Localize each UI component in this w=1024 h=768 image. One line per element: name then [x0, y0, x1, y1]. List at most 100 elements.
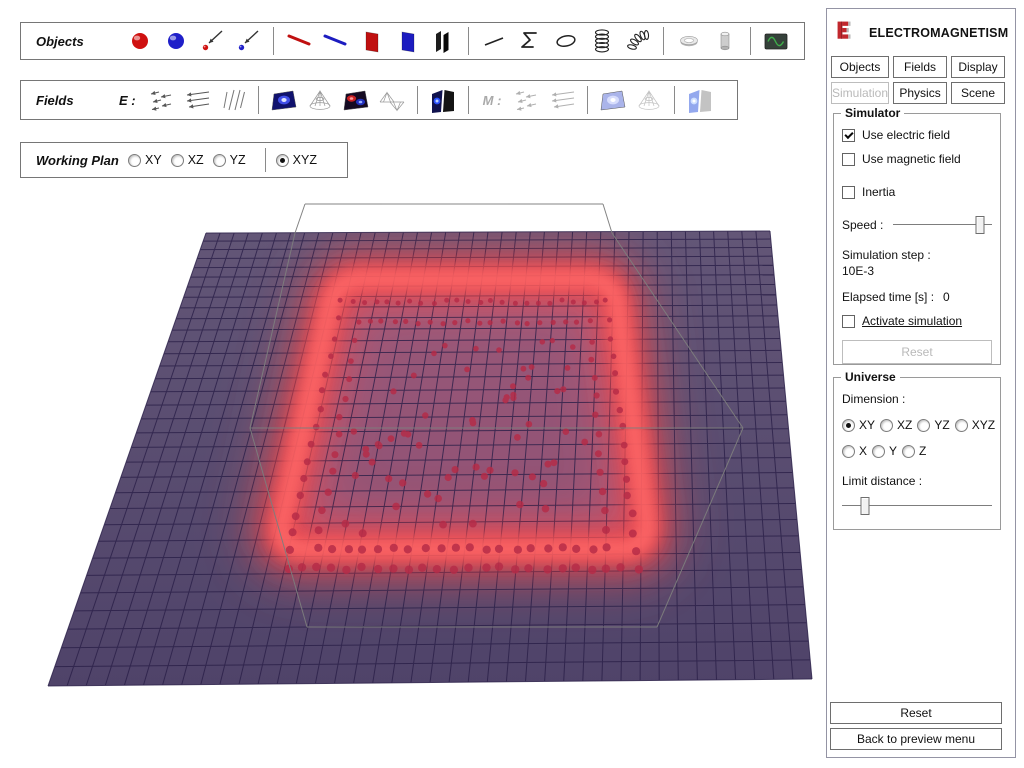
nav-button-fields[interactable]: Fields: [893, 56, 947, 78]
oscilloscope-icon[interactable]: [761, 26, 791, 56]
checkbox-label: Inertia: [862, 185, 895, 199]
radio-circle: [276, 154, 289, 167]
radio-circle: [128, 154, 141, 167]
checkbox-label: Use electric field: [862, 128, 950, 142]
capacitor-planes-icon[interactable]: [428, 26, 458, 56]
checkbox-box: [842, 129, 855, 142]
uniform-field-arrows-icon[interactable]: [182, 85, 212, 115]
plane-split-blue-black-icon[interactable]: [428, 85, 458, 115]
m-vector-field-arrows-icon: [511, 85, 541, 115]
toolbar-separator: [468, 27, 469, 55]
radio-xy[interactable]: XY: [842, 418, 875, 432]
speed-slider-thumb[interactable]: [976, 216, 985, 234]
potential-plane-redblue-icon[interactable]: [341, 85, 371, 115]
radio-label: XY: [859, 418, 875, 432]
potential-surface-bipolar-icon[interactable]: [377, 85, 407, 115]
radio-label: YZ: [934, 418, 949, 432]
fields-toolbar: Fields E : M :: [20, 80, 738, 120]
radio-xyz[interactable]: XYZ: [276, 153, 317, 167]
limit-distance-slider[interactable]: [842, 496, 992, 516]
simulator-groupbox: Simulator Use electric field Use magneti…: [833, 113, 1001, 365]
radio-label: X: [859, 444, 867, 458]
toolbar-separator: [674, 86, 675, 114]
toroid-icon[interactable]: [623, 26, 653, 56]
radio-x[interactable]: X: [842, 444, 867, 458]
radio-yz[interactable]: YZ: [917, 418, 949, 432]
vector-field-arrows-icon[interactable]: [146, 85, 176, 115]
toolbar-sublabel: E :: [119, 93, 136, 108]
radio-xz[interactable]: XZ: [171, 153, 204, 167]
radio-circle: [955, 419, 968, 432]
nav-button-scene[interactable]: Scene: [951, 82, 1005, 104]
objects-toolbar: Objects: [20, 22, 805, 60]
nav-button-display[interactable]: Display: [951, 56, 1005, 78]
radio-yz[interactable]: YZ: [213, 153, 246, 167]
nav-button-physics[interactable]: Physics: [893, 82, 947, 104]
radio-z[interactable]: Z: [902, 444, 926, 458]
radio-label: YZ: [230, 153, 246, 167]
blue-plane-icon[interactable]: [392, 26, 422, 56]
radio-label: XZ: [188, 153, 204, 167]
simulator-legend: Simulator: [841, 106, 904, 120]
nav-button-objects[interactable]: Objects: [831, 56, 889, 78]
checkbox-box: [842, 153, 855, 166]
radio-circle: [213, 154, 226, 167]
cylinder-magnet-icon[interactable]: [710, 26, 740, 56]
reset-button[interactable]: Reset: [830, 702, 1002, 724]
speed-slider[interactable]: [893, 215, 992, 235]
potential-plane-blue-icon[interactable]: [269, 85, 299, 115]
toolbar-sublabel: M :: [483, 93, 502, 108]
universe-legend: Universe: [841, 370, 900, 384]
objects-toolbar-items: [122, 26, 794, 56]
limit-distance-slider-thumb[interactable]: [860, 497, 869, 515]
fields-toolbar-label: Fields: [36, 93, 86, 108]
toolbar-separator: [587, 86, 588, 114]
checkbox-label: Activate simulation: [862, 314, 962, 328]
checkbox-use-electric-field[interactable]: Use electric field: [842, 128, 992, 142]
dimension-radio-row-2: XYZ: [842, 444, 992, 458]
radio-circle: [880, 419, 893, 432]
back-to-preview-menu-button[interactable]: Back to preview menu: [830, 728, 1002, 750]
radio-xy[interactable]: XY: [128, 153, 162, 167]
radio-separator: [265, 148, 266, 172]
checkbox-use-magnetic-field[interactable]: Use magnetic field: [842, 152, 992, 166]
magnet-e-logo-icon: [835, 19, 859, 46]
field-lines-icon[interactable]: [218, 85, 248, 115]
checkbox-box: [842, 186, 855, 199]
dimension-label: Dimension :: [842, 392, 992, 406]
working-plan-radio-group: XY XZ YZ XYZ: [128, 148, 326, 172]
radio-circle: [171, 154, 184, 167]
m-plane-split-icon: [685, 85, 715, 115]
ring-magnet-icon[interactable]: [674, 26, 704, 56]
radio-label: XYZ: [972, 418, 995, 432]
current-loop-icon[interactable]: [551, 26, 581, 56]
red-sphere-icon[interactable]: [125, 26, 155, 56]
objects-toolbar-label: Objects: [36, 34, 94, 49]
speed-label: Speed :: [842, 218, 883, 232]
toolbar-separator: [258, 86, 259, 114]
red-particle-velocity-icon[interactable]: [197, 26, 227, 56]
limit-distance-label: Limit distance :: [842, 474, 992, 488]
checkbox-activate-simulation[interactable]: Activate simulation: [842, 314, 992, 328]
toolbar-separator: [750, 27, 751, 55]
simulation-step-value: 10E-3: [842, 264, 992, 278]
nav-button-simulation[interactable]: Simulation: [831, 82, 889, 104]
blue-sphere-icon[interactable]: [161, 26, 191, 56]
radio-y[interactable]: Y: [872, 444, 897, 458]
radio-xz[interactable]: XZ: [880, 418, 912, 432]
red-plane-icon[interactable]: [356, 26, 386, 56]
blue-line-icon[interactable]: [320, 26, 350, 56]
checkbox-inertia[interactable]: Inertia: [842, 185, 992, 199]
simulator-reset-button[interactable]: Reset: [842, 340, 992, 364]
toolbar-separator: [663, 27, 664, 55]
app-header: ELECTROMAGNETISM: [835, 19, 1009, 46]
checkbox-box: [842, 315, 855, 328]
radio-circle: [842, 419, 855, 432]
wire-segment-icon[interactable]: [479, 26, 509, 56]
potential-surface-3d-icon[interactable]: [305, 85, 335, 115]
bent-wire-icon[interactable]: [515, 26, 545, 56]
red-line-icon[interactable]: [284, 26, 314, 56]
blue-particle-velocity-icon[interactable]: [233, 26, 263, 56]
radio-xyz[interactable]: XYZ: [955, 418, 995, 432]
solenoid-icon[interactable]: [587, 26, 617, 56]
